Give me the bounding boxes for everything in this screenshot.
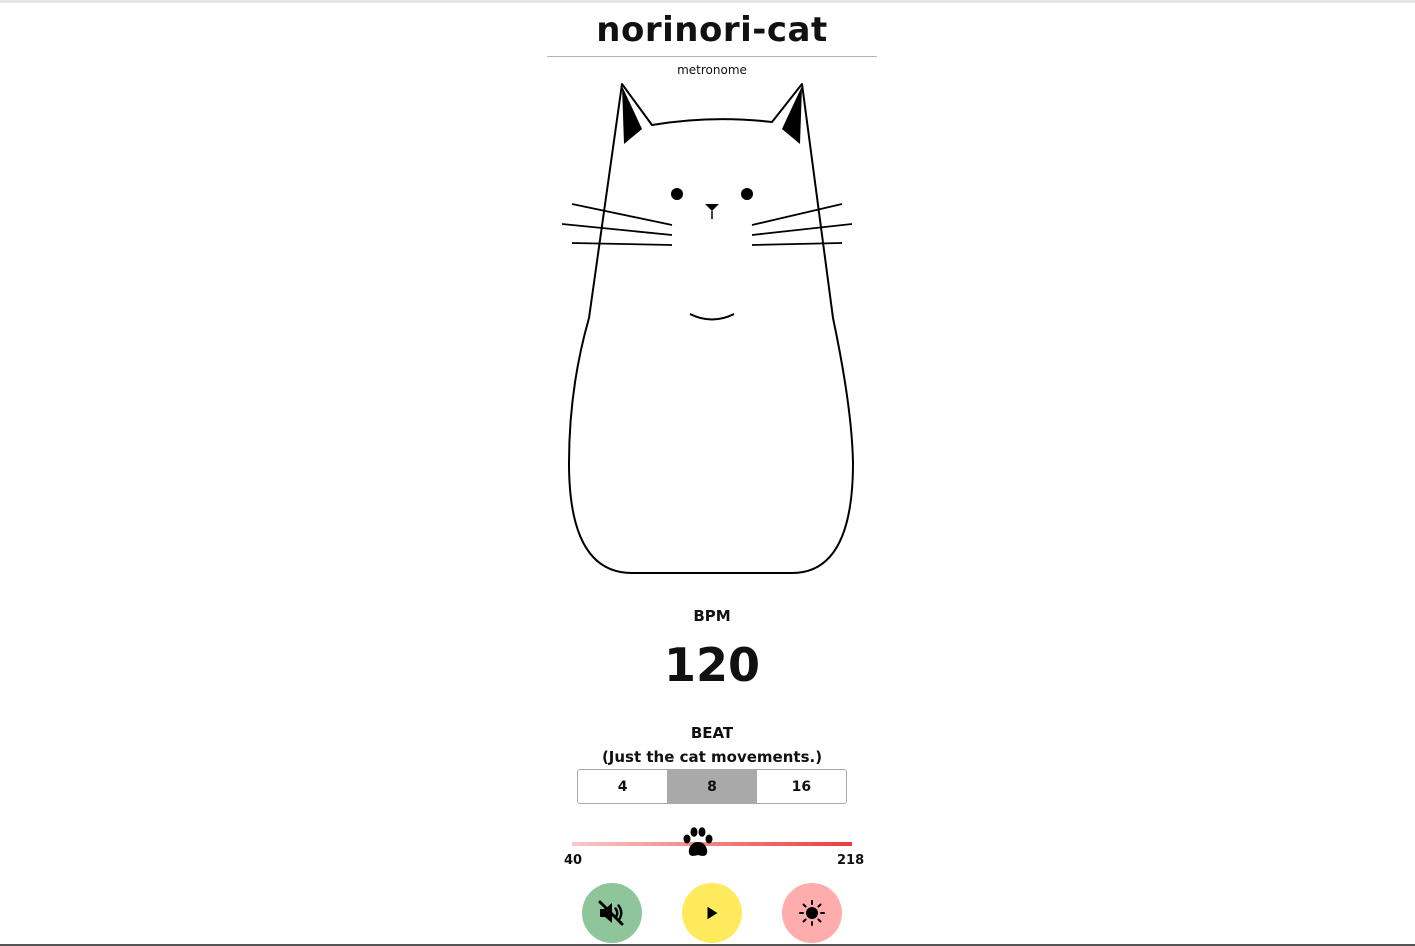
beat-selector: 4 8 16 [577,769,847,804]
beat-option-8[interactable]: 8 [667,770,757,803]
play-icon [707,906,718,920]
app-subtitle: metronome [677,63,747,77]
bpm-label: BPM [693,607,731,625]
beat-label: BEAT [690,724,734,742]
beat-option-16[interactable]: 16 [756,770,846,803]
bpm-value: 120 [663,638,761,692]
beat-note: (Just the cat movements.) [601,748,823,766]
cat-body [568,83,854,574]
paw-icon[interactable] [680,826,716,860]
app-title: norinori-cat [596,10,828,50]
sun-icon [799,900,825,926]
bpm-max-label: 218 [837,853,865,868]
bpm-slider[interactable] [572,826,852,862]
title-divider [547,56,877,57]
theme-button[interactable] [782,883,842,943]
speaker-muted-icon [598,900,624,926]
cat-left-eye [671,188,683,200]
metronome-app: norinori-cat metronome BPM 120 BEAT (Jus… [547,0,877,946]
bpm-min-label: 40 [564,853,583,868]
play-button[interactable] [682,883,742,943]
mute-button[interactable] [582,883,642,943]
cat-illustration [561,83,854,574]
beat-option-4[interactable]: 4 [578,770,668,803]
cat-right-eye [741,188,753,200]
